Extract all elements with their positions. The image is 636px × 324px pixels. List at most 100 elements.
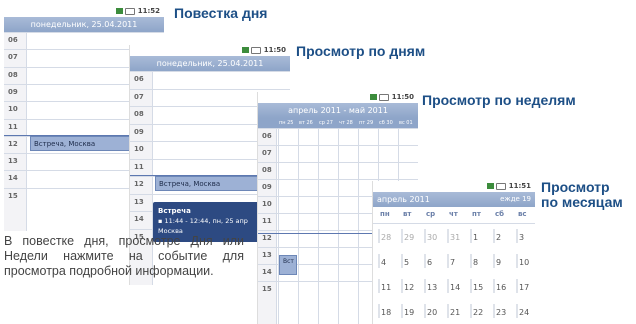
month-day-cell[interactable]: 7 — [447, 254, 455, 268]
hour-label: 13 — [8, 157, 18, 166]
hour-label: 15 — [8, 191, 18, 200]
month-day-cell[interactable]: 17 — [516, 279, 529, 293]
month-day-cell[interactable]: 10 — [516, 254, 529, 268]
caption-month-line2: по месяцам — [541, 194, 623, 210]
day-number: 18 — [381, 308, 392, 317]
hour-label: 12 — [134, 180, 144, 188]
hour-label: 10 — [134, 145, 144, 153]
day-number: 4 — [381, 258, 387, 267]
month-day-cell[interactable]: 4 — [378, 254, 387, 268]
signal-icon — [241, 47, 249, 53]
month-title: апрель 2011 — [377, 195, 430, 204]
month-day-cell[interactable]: 11 — [378, 279, 391, 293]
day-number: 20 — [427, 308, 438, 317]
weekday-label: пт — [472, 210, 481, 218]
month-day-cell[interactable]: 16 — [493, 279, 507, 293]
hour-label: 14 — [8, 174, 18, 183]
day-number: 13 — [427, 283, 438, 292]
month-day-cell[interactable]: 23 — [493, 304, 506, 318]
weekday-label: вт 26 — [299, 120, 313, 126]
day-number: 21 — [450, 308, 461, 317]
month-day-cell[interactable]: 5 — [401, 254, 410, 268]
month-day-cell[interactable]: 19 — [401, 304, 414, 318]
weekday-label: ср — [426, 210, 436, 218]
month-day-cell[interactable]: 20 — [424, 304, 438, 318]
month-screenshot: 11:51 апрель 2011 ежде 19 пн вт ср чт пт сб вс … — [373, 181, 535, 324]
status-bar: 11:50 — [130, 45, 290, 56]
weekday-label: пт 29 — [359, 120, 374, 126]
month-day-cell[interactable]: 18 — [378, 304, 392, 318]
month-day-cell[interactable]: 1 — [470, 229, 478, 243]
cell-divider — [447, 279, 449, 293]
month-day-cell[interactable]: 29 — [401, 229, 415, 243]
day-number: 14 — [450, 283, 461, 292]
cell-divider — [493, 304, 495, 318]
battery-icon — [378, 93, 389, 101]
cell-divider — [470, 304, 472, 318]
status-bar: 11:50 — [258, 92, 418, 103]
hour-label: 13 — [134, 197, 144, 206]
hour-row[interactable]: 06 — [130, 71, 290, 90]
day-number: 9 — [496, 258, 502, 267]
cell-divider — [424, 304, 426, 318]
day-number: 31 — [450, 233, 461, 242]
day-number: 5 — [404, 258, 410, 267]
date-header[interactable]: апрель 2011 - май 2011 — [258, 103, 418, 118]
event-block[interactable]: Вст — [279, 255, 297, 275]
day-number: 12 — [404, 283, 415, 292]
cell-divider — [516, 304, 518, 318]
month-day-cell[interactable]: 13 — [424, 279, 438, 293]
cell-divider — [493, 279, 495, 293]
cell-divider — [401, 279, 403, 293]
cell-divider — [447, 254, 449, 268]
hour-label: 06 — [134, 75, 144, 83]
cell-divider — [470, 279, 472, 293]
month-day-cell[interactable]: 31 — [447, 229, 461, 243]
cell-divider — [424, 229, 426, 243]
month-header[interactable]: апрель 2011 ежде 19 — [373, 192, 535, 207]
month-day-cell[interactable]: 28 — [378, 229, 392, 243]
hour-label: 09 — [134, 127, 144, 136]
month-day-cell[interactable]: 22 — [470, 304, 484, 318]
month-day-cell[interactable]: 9 — [493, 254, 502, 268]
day-column-line — [298, 128, 299, 324]
weekday-label: пн — [380, 210, 390, 218]
date-header[interactable]: понедельник, 25.04.2011 — [4, 17, 164, 32]
month-day-cell[interactable]: 2 — [493, 229, 501, 243]
cell-divider — [447, 229, 449, 243]
day-number: 29 — [404, 233, 415, 242]
month-day-cell[interactable]: 3 — [516, 229, 524, 243]
month-day-cell[interactable]: 24 — [516, 304, 529, 318]
caption-month: Просмотр по месяцам — [541, 180, 623, 210]
cell-divider — [516, 279, 518, 293]
weekday-label: сб 30 — [379, 120, 393, 126]
month-grid: 28 29 30 31 1 2 3 4 5 6 7 8 9 10 11 12 13 14 15 16 17 18 19 20 2… — [373, 223, 535, 324]
month-day-cell[interactable]: 14 — [447, 279, 461, 293]
hour-label: 11 — [8, 122, 18, 131]
status-bar: 11:52 — [4, 6, 164, 17]
day-number: 22 — [473, 308, 484, 317]
cell-divider — [424, 254, 426, 268]
month-day-cell[interactable]: 6 — [424, 254, 432, 268]
date-header[interactable]: понедельник, 25.04.2011 — [130, 56, 290, 71]
cell-divider — [493, 254, 495, 268]
month-day-cell[interactable]: 21 — [447, 304, 461, 318]
day-number: 28 — [381, 233, 392, 242]
month-day-cell[interactable]: 30 — [424, 229, 437, 243]
day-column-line — [318, 128, 319, 324]
signal-icon — [369, 94, 377, 100]
signal-icon — [486, 183, 494, 189]
day-number: 16 — [496, 283, 507, 292]
hour-label: 09 — [8, 87, 18, 96]
month-day-cell[interactable]: 8 — [470, 254, 478, 268]
cell-divider — [401, 229, 403, 243]
popup-title: Встреча — [158, 207, 191, 215]
month-day-cell[interactable]: 12 — [401, 279, 415, 293]
weekday-label: ср 27 — [319, 120, 333, 126]
hour-label: 07 — [134, 92, 144, 101]
hour-label: 08 — [134, 110, 144, 118]
status-bar: 11:51 — [373, 181, 535, 192]
month-day-cell[interactable]: 15 — [470, 279, 483, 293]
caption-week: Просмотр по неделям — [422, 92, 576, 108]
hour-label: 12 — [8, 139, 18, 148]
